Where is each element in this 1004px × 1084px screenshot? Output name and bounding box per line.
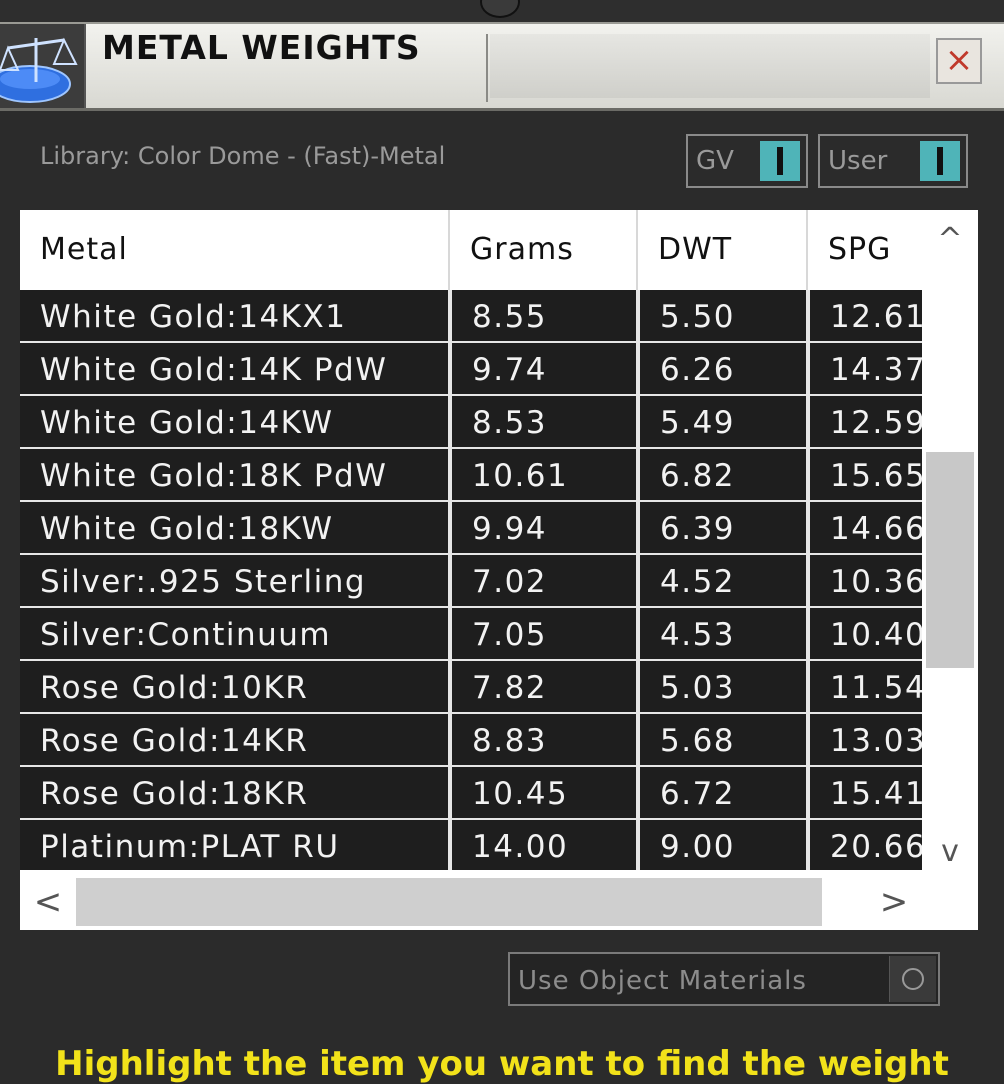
title-bar-fill xyxy=(490,34,930,98)
radio-icon xyxy=(902,968,924,990)
cell-spg: 10.36 xyxy=(810,555,922,606)
cell-metal: White Gold:14KX1 xyxy=(20,290,448,341)
cell-grams: 8.83 xyxy=(452,714,636,765)
metal-table: Metal Grams DWT SPG White Gold:14KX1 8.55… xyxy=(20,210,978,930)
gv-toggle[interactable]: GV xyxy=(686,134,808,188)
hint-text: Highlight the item you want to find the … xyxy=(55,1044,949,1084)
cell-metal: White Gold:18K PdW xyxy=(20,449,448,500)
table-row[interactable]: White Gold:18KW 9.94 6.39 14.66 xyxy=(20,502,922,553)
column-header-metal[interactable]: Metal xyxy=(20,210,448,290)
cell-metal: Rose Gold:14KR xyxy=(20,714,448,765)
vertical-scrollbar[interactable]: ^ v xyxy=(924,220,976,870)
cell-spg: 15.65 xyxy=(810,449,922,500)
table-row[interactable]: Silver:.925 Sterling 7.02 4.52 10.36 xyxy=(20,555,922,606)
column-header-dwt[interactable]: DWT xyxy=(638,210,806,290)
cell-dwt: 6.72 xyxy=(640,767,806,818)
cell-dwt: 6.39 xyxy=(640,502,806,553)
cell-metal: Rose Gold:18KR xyxy=(20,767,448,818)
title-divider xyxy=(486,34,488,102)
cell-grams: 8.53 xyxy=(452,396,636,447)
library-label: Library: Color Dome - (Fast)-Metal xyxy=(40,142,446,170)
cell-metal: Platinum:PLAT RU xyxy=(20,820,448,870)
close-button[interactable]: × xyxy=(936,38,982,84)
cell-metal: Rose Gold:10KR xyxy=(20,661,448,712)
cell-dwt: 9.00 xyxy=(640,820,806,870)
cell-metal: White Gold:18KW xyxy=(20,502,448,553)
top-knob xyxy=(480,0,520,18)
cell-spg: 10.40 xyxy=(810,608,922,659)
table-row[interactable]: Rose Gold:10KR 7.82 5.03 11.54 xyxy=(20,661,922,712)
cell-dwt: 4.52 xyxy=(640,555,806,606)
use-object-materials-label: Use Object Materials xyxy=(518,966,807,996)
horizontal-scroll-thumb[interactable] xyxy=(76,878,822,926)
cell-dwt: 6.26 xyxy=(640,343,806,394)
gv-toggle-label: GV xyxy=(696,146,734,176)
cell-dwt: 6.82 xyxy=(640,449,806,500)
cell-metal: Silver:Continuum xyxy=(20,608,448,659)
table-row[interactable]: Silver:Continuum 7.05 4.53 10.40 xyxy=(20,608,922,659)
cell-grams: 7.05 xyxy=(452,608,636,659)
top-strip xyxy=(0,0,1004,22)
user-toggle-label: User xyxy=(828,146,888,176)
radio-box xyxy=(889,956,936,1002)
cell-metal: Silver:.925 Sterling xyxy=(20,555,448,606)
cell-spg: 15.41 xyxy=(810,767,922,818)
cell-metal: White Gold:14K PdW xyxy=(20,343,448,394)
cell-grams: 7.02 xyxy=(452,555,636,606)
table-row[interactable]: White Gold:14K PdW 9.74 6.26 14.37 xyxy=(20,343,922,394)
user-toggle[interactable]: User xyxy=(818,134,968,188)
cell-dwt: 5.50 xyxy=(640,290,806,341)
cell-metal: White Gold:14KW xyxy=(20,396,448,447)
table-row[interactable]: Rose Gold:14KR 8.83 5.68 13.03 xyxy=(20,714,922,765)
cell-grams: 9.74 xyxy=(452,343,636,394)
vertical-scroll-thumb[interactable] xyxy=(926,452,974,668)
cell-grams: 8.55 xyxy=(452,290,636,341)
scale-icon xyxy=(0,24,86,108)
cell-dwt: 5.68 xyxy=(640,714,806,765)
table-row[interactable]: White Gold:14KX1 8.55 5.50 12.61 xyxy=(20,290,922,341)
table-body: White Gold:14KX1 8.55 5.50 12.61 White Gold:… xyxy=(20,290,922,870)
scroll-right-icon[interactable]: > xyxy=(874,874,914,930)
scroll-up-icon[interactable]: ^ xyxy=(924,220,976,260)
cell-dwt: 5.49 xyxy=(640,396,806,447)
cell-grams: 14.00 xyxy=(452,820,636,870)
column-header-grams[interactable]: Grams xyxy=(450,210,636,290)
cell-dwt: 4.53 xyxy=(640,608,806,659)
cell-grams: 7.82 xyxy=(452,661,636,712)
table-row[interactable]: Platinum:PLAT RU 14.00 9.00 20.66 xyxy=(20,820,922,870)
column-header-spg[interactable]: SPG xyxy=(808,210,922,290)
cell-spg: 13.03 xyxy=(810,714,922,765)
cell-spg: 14.37 xyxy=(810,343,922,394)
cell-spg: 12.61 xyxy=(810,290,922,341)
scroll-down-icon[interactable]: v xyxy=(924,832,976,872)
table-row[interactable]: White Gold:14KW 8.53 5.49 12.59 xyxy=(20,396,922,447)
horizontal-scrollbar[interactable]: < > xyxy=(20,874,978,930)
toggle-on-icon xyxy=(920,141,960,181)
cell-grams: 10.45 xyxy=(452,767,636,818)
cell-grams: 10.61 xyxy=(452,449,636,500)
cell-spg: 11.54 xyxy=(810,661,922,712)
cell-spg: 14.66 xyxy=(810,502,922,553)
cell-spg: 20.66 xyxy=(810,820,922,870)
table-row[interactable]: White Gold:18K PdW 10.61 6.82 15.65 xyxy=(20,449,922,500)
cell-spg: 12.59 xyxy=(810,396,922,447)
window-title: METAL WEIGHTS xyxy=(102,28,421,67)
table-row[interactable]: Rose Gold:18KR 10.45 6.72 15.41 xyxy=(20,767,922,818)
cell-grams: 9.94 xyxy=(452,502,636,553)
scroll-left-icon[interactable]: < xyxy=(28,874,68,930)
use-object-materials-toggle[interactable]: Use Object Materials xyxy=(508,952,940,1006)
title-bar: METAL WEIGHTS × xyxy=(0,22,1004,111)
toggle-on-icon xyxy=(760,141,800,181)
cell-dwt: 5.03 xyxy=(640,661,806,712)
